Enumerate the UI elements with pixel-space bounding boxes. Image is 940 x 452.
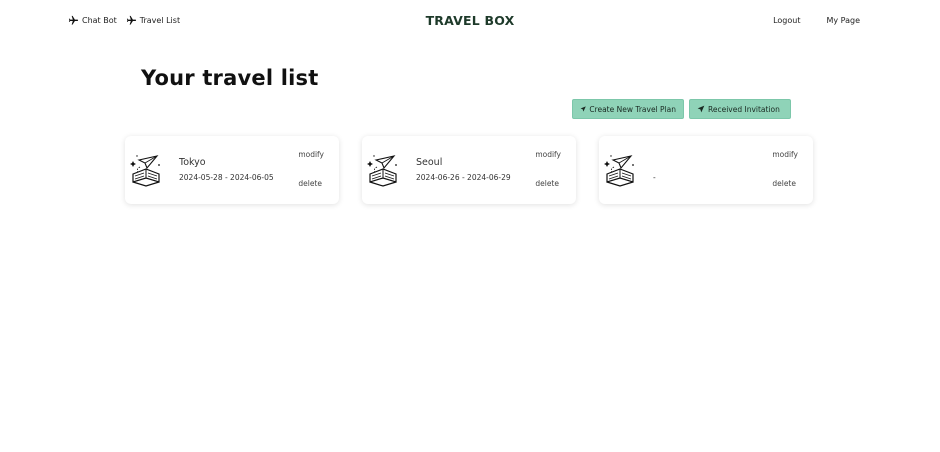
travel-card[interactable]: - modify delete bbox=[599, 136, 813, 204]
logout-link[interactable]: Logout bbox=[773, 16, 800, 25]
received-invitation-label: Received Invitation bbox=[708, 104, 780, 114]
brand-text[interactable]: TRAVEL BOX bbox=[426, 13, 515, 28]
travel-card-list: Tokyo 2024-05-28 - 2024-06-05 modify del… bbox=[125, 136, 813, 204]
travel-card[interactable]: Seoul 2024-06-26 - 2024-06-29 modify del… bbox=[362, 136, 576, 204]
travel-card[interactable]: Tokyo 2024-05-28 - 2024-06-05 modify del… bbox=[125, 136, 339, 204]
airplane-icon bbox=[68, 15, 79, 25]
nav-chatbot-label: Chat Bot bbox=[82, 16, 117, 25]
delete-button[interactable]: delete bbox=[772, 179, 796, 188]
received-invitation-button[interactable]: Received Invitation bbox=[689, 99, 791, 119]
card-date-range: - bbox=[653, 173, 656, 182]
airplane-icon bbox=[126, 15, 136, 25]
modify-button[interactable]: modify bbox=[298, 150, 324, 159]
book-plane-illustration bbox=[367, 155, 397, 187]
delete-button[interactable]: delete bbox=[535, 179, 559, 188]
modify-button[interactable]: modify bbox=[535, 150, 561, 159]
send-arrow-icon bbox=[697, 105, 705, 113]
card-destination-name: Tokyo bbox=[179, 157, 206, 168]
create-travel-plan-button[interactable]: Create New Travel Plan bbox=[572, 99, 684, 119]
nav-travel-list-link[interactable]: Travel List bbox=[126, 15, 180, 26]
top-navbar: Chat Bot Travel List TRAVEL BOX Logout M… bbox=[0, 0, 940, 44]
create-travel-plan-label: Create New Travel Plan bbox=[589, 104, 676, 114]
nav-right-group: Logout My Page bbox=[773, 16, 860, 25]
book-plane-illustration bbox=[130, 155, 160, 187]
action-buttons: Create New Travel Plan Received Invitati… bbox=[572, 99, 791, 119]
delete-button[interactable]: delete bbox=[298, 179, 322, 188]
card-date-range: 2024-05-28 - 2024-06-05 bbox=[179, 173, 274, 182]
mypage-link[interactable]: My Page bbox=[826, 16, 860, 25]
nav-chatbot-link[interactable]: Chat Bot bbox=[68, 15, 117, 26]
card-date-range: 2024-06-26 - 2024-06-29 bbox=[416, 173, 511, 182]
page-title: Your travel list bbox=[141, 66, 319, 90]
modify-button[interactable]: modify bbox=[772, 150, 798, 159]
card-destination-name: Seoul bbox=[416, 157, 443, 168]
nav-left-group: Chat Bot Travel List bbox=[68, 15, 180, 26]
book-plane-illustration bbox=[604, 155, 634, 187]
nav-travel-list-label: Travel List bbox=[139, 16, 181, 25]
send-arrow-icon bbox=[580, 106, 586, 112]
